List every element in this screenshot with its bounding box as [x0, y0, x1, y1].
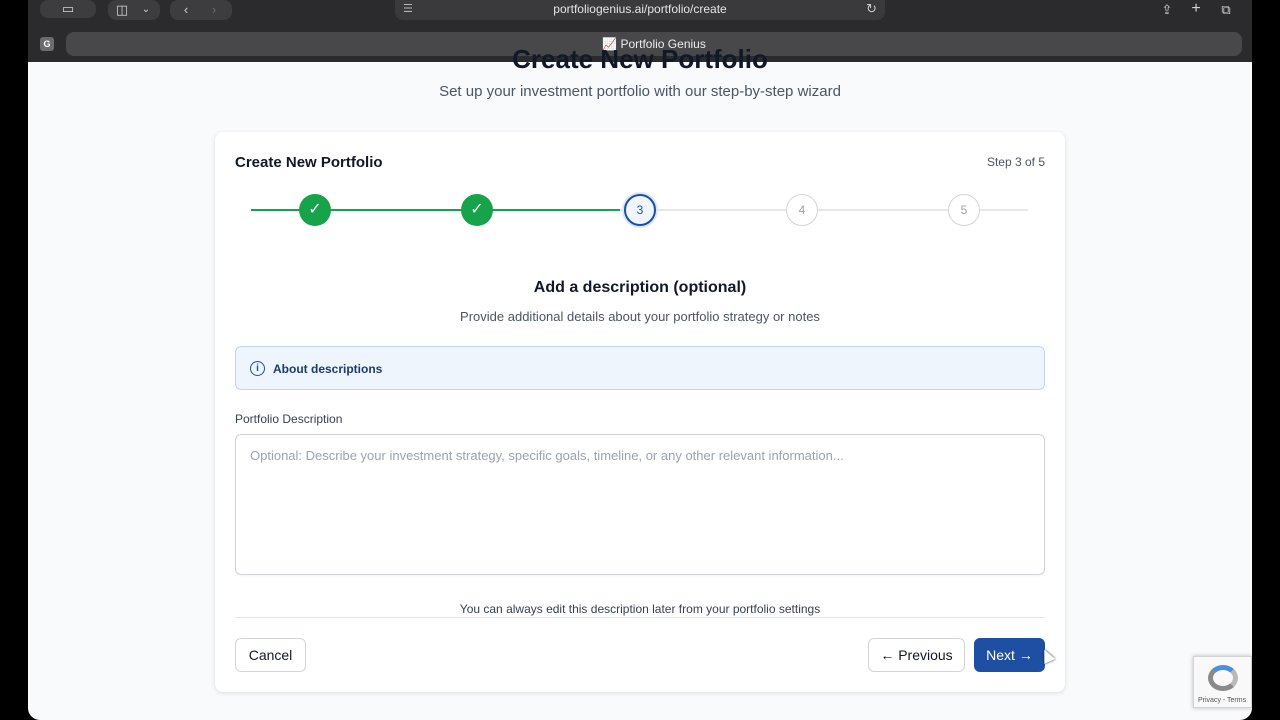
step-4-pending: 4 — [786, 194, 818, 226]
next-button[interactable]: Next → — [974, 638, 1045, 672]
help-text: You can always edit this description lat… — [459, 602, 821, 616]
page-subtitle: Set up your investment portfolio with ou… — [439, 83, 841, 100]
info-banner[interactable]: i About descriptions — [235, 346, 1045, 390]
step-1-complete: ✓ — [299, 194, 331, 226]
step-3-current: 3 — [624, 194, 656, 226]
section-subtitle: Provide additional details about your po… — [460, 309, 820, 324]
step-indicator: Step 3 of 5 — [986, 155, 1045, 169]
recaptcha-logo-icon — [1208, 665, 1238, 691]
step-2-complete: ✓ — [461, 194, 493, 226]
recaptcha-terms[interactable]: Privacy - Terms — [1198, 697, 1246, 704]
info-icon: i — [250, 361, 265, 376]
description-label: Portfolio Description — [235, 412, 343, 426]
recaptcha-badge[interactable]: Privacy - Terms — [1193, 656, 1252, 708]
browser-window: ▭ ◫ ⌄ ‹ › ☰ portfoliogenius.ai/portfolio… — [28, 0, 1252, 720]
info-banner-label: About descriptions — [273, 362, 383, 376]
wizard-card: Create New Portfolio Step 3 of 5 ✓ ✓ 3 4… — [215, 132, 1065, 692]
cancel-button[interactable]: Cancel — [235, 638, 306, 672]
previous-button[interactable]: ← Previous — [868, 638, 965, 672]
footer-divider — [235, 617, 1045, 618]
step-5-pending: 5 — [948, 194, 980, 226]
wizard-title: Create New Portfolio — [235, 154, 383, 171]
section-title: Add a description (optional) — [533, 279, 747, 296]
description-textarea[interactable] — [235, 434, 1045, 575]
